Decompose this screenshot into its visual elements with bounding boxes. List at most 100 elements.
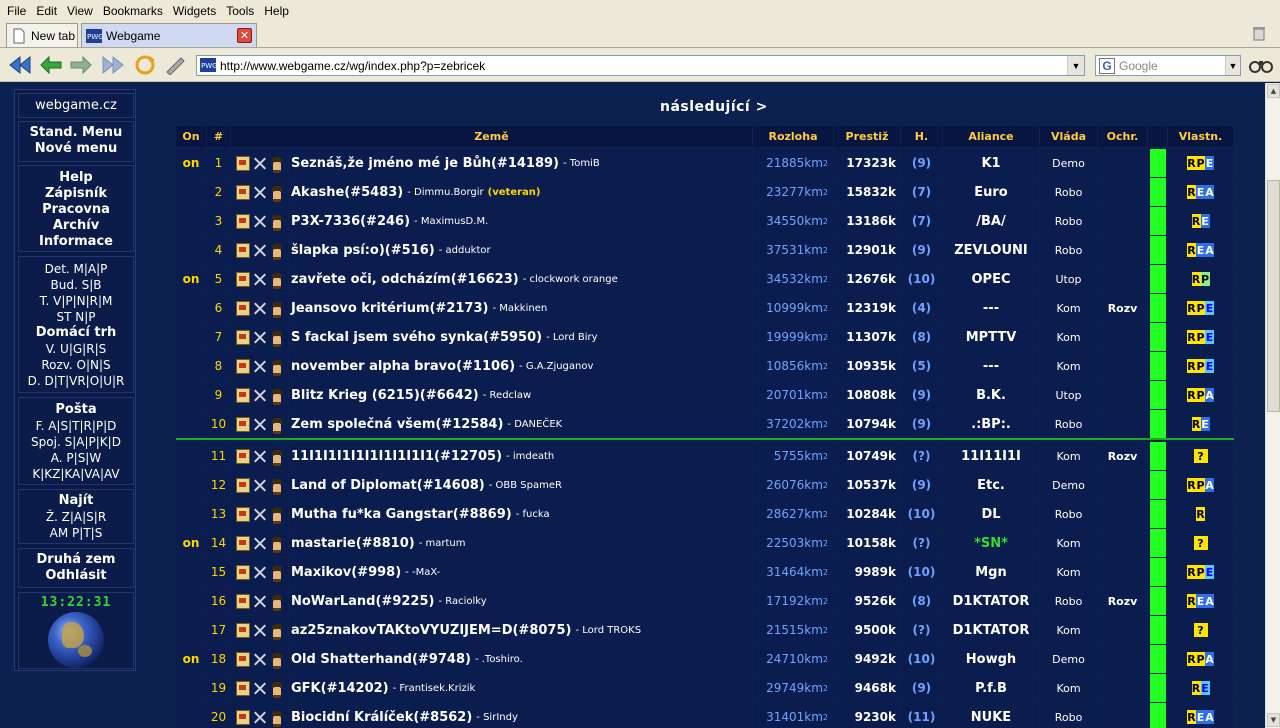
spy-icon[interactable]: [270, 156, 284, 173]
alliance-link[interactable]: D1KTATOR: [953, 623, 1030, 638]
map-icon[interactable]: [236, 651, 250, 667]
country-name-link[interactable]: Blitz Krieg (6215)(#6642): [291, 388, 479, 403]
spy-icon[interactable]: [270, 301, 284, 318]
alliance-link[interactable]: Euro: [974, 185, 1007, 200]
map-icon[interactable]: [236, 506, 250, 522]
help-link[interactable]: Help: [19, 170, 133, 186]
fast-forward-icon[interactable]: [100, 52, 126, 78]
spy-icon[interactable]: [270, 388, 284, 405]
standard-menu-link[interactable]: Stand. Menu: [19, 125, 133, 141]
map-icon[interactable]: [236, 448, 250, 464]
attack-swords-icon[interactable]: [253, 507, 267, 522]
attack-swords-icon[interactable]: [253, 710, 267, 725]
menu-bookmarks[interactable]: Bookmarks: [98, 4, 168, 18]
map-icon[interactable]: [236, 271, 250, 287]
country-name-link[interactable]: mastarie(#8810): [291, 536, 415, 551]
header-h[interactable]: H.: [901, 126, 943, 147]
search-dropdown-icon[interactable]: ▼: [1225, 56, 1240, 75]
site-name[interactable]: webgame.cz: [18, 93, 134, 118]
notebook-link[interactable]: Zápisník: [19, 186, 133, 202]
spy-icon[interactable]: [270, 623, 284, 640]
build-links[interactable]: Bud. S|B: [19, 277, 133, 293]
attack-swords-icon[interactable]: [253, 156, 267, 171]
scroll-down-icon[interactable]: ▼: [1267, 713, 1280, 727]
alliance-link[interactable]: Howgh: [966, 652, 1016, 667]
url-dropdown-icon[interactable]: ▼: [1067, 56, 1084, 75]
spy-icon[interactable]: [270, 272, 284, 289]
attack-swords-icon[interactable]: [253, 417, 267, 432]
menu-tools[interactable]: Tools: [221, 4, 259, 18]
country-name-link[interactable]: P3X-7336(#246): [291, 214, 410, 229]
attack-swords-icon[interactable]: [253, 623, 267, 638]
ladder-links[interactable]: Ž. Z|A|S|R: [19, 509, 133, 525]
binoculars-icon[interactable]: [1249, 56, 1273, 74]
attack-swords-icon[interactable]: [253, 536, 267, 551]
alliance-link[interactable]: OPEC: [972, 272, 1011, 287]
spy-icon[interactable]: [270, 359, 284, 376]
alliance-link[interactable]: NUKE: [971, 710, 1011, 725]
country-name-link[interactable]: GFK(#14202): [291, 681, 389, 696]
map-icon[interactable]: [236, 680, 250, 696]
country-name-link[interactable]: 11I1I1I1I1I1I1I1I1I1(#12705): [291, 449, 502, 464]
alliance-link[interactable]: .:BP:.: [971, 417, 1011, 432]
spy-icon[interactable]: [270, 710, 284, 727]
details-links[interactable]: Det. M|A|P: [19, 261, 133, 277]
attack-swords-icon[interactable]: [253, 359, 267, 374]
map-icon[interactable]: [236, 184, 250, 200]
next-page-link[interactable]: následující >: [660, 99, 768, 115]
spy-icon[interactable]: [270, 478, 284, 495]
attack-swords-icon[interactable]: [253, 388, 267, 403]
attack-swords-icon[interactable]: [253, 301, 267, 316]
training-links[interactable]: T. V|P|N|R|M: [19, 293, 133, 309]
attack-swords-icon[interactable]: [253, 214, 267, 229]
spy-icon[interactable]: [270, 243, 284, 260]
spy-icon[interactable]: [270, 652, 284, 669]
spy-icon[interactable]: [270, 214, 284, 231]
spy-icon[interactable]: [270, 449, 284, 466]
alliance-link[interactable]: ---: [983, 359, 999, 374]
attack-swords-icon[interactable]: [253, 565, 267, 580]
alliance-link[interactable]: *SN*: [974, 536, 1008, 551]
address-bar[interactable]: PWG http://www.webgame.cz/wg/index.php?p…: [196, 55, 1085, 76]
spy-icon[interactable]: [270, 536, 284, 553]
second-land-link[interactable]: Druhá zem: [19, 552, 133, 568]
attack-swords-icon[interactable]: [253, 449, 267, 464]
menu-file[interactable]: File: [2, 4, 31, 18]
attack-swords-icon[interactable]: [253, 330, 267, 345]
map-icon[interactable]: [236, 387, 250, 403]
attack-swords-icon[interactable]: [253, 652, 267, 667]
scroll-up-icon[interactable]: ▲: [1267, 84, 1280, 98]
attack-swords-icon[interactable]: [253, 185, 267, 200]
spy-icon[interactable]: [270, 185, 284, 202]
menu-view[interactable]: View: [62, 4, 98, 18]
information-link[interactable]: Informace: [19, 234, 133, 250]
spy-icon[interactable]: [270, 507, 284, 524]
country-name-link[interactable]: Akashe(#5483): [291, 185, 403, 200]
country-name-link[interactable]: šlapka psí:o)(#516): [291, 243, 435, 258]
attack-swords-icon[interactable]: [253, 594, 267, 609]
alliance-link[interactable]: Mgn: [975, 565, 1007, 580]
new-menu-link[interactable]: Nové menu: [19, 141, 133, 157]
country-name-link[interactable]: Land of Diplomat(#14608): [291, 478, 485, 493]
find-link[interactable]: Najít: [19, 493, 133, 509]
archive-link[interactable]: Archív: [19, 218, 133, 234]
spy-icon[interactable]: [270, 565, 284, 582]
country-name-link[interactable]: zavřete oči, odcházím(#16623): [291, 272, 519, 287]
header-area[interactable]: Rozloha: [753, 126, 834, 147]
country-name-link[interactable]: NoWarLand(#9225): [291, 594, 434, 609]
map-icon[interactable]: [236, 535, 250, 551]
attack-swords-icon[interactable]: [253, 243, 267, 258]
header-alliance[interactable]: Aliance: [943, 126, 1040, 147]
header-government[interactable]: Vláda: [1040, 126, 1098, 147]
a-links[interactable]: A. P|S|W: [19, 450, 133, 466]
country-name-link[interactable]: Biocidní Králíček(#8562): [291, 710, 472, 725]
map-icon[interactable]: [236, 358, 250, 374]
country-name-link[interactable]: S fackal jsem svého synka(#5950): [291, 330, 542, 345]
map-icon[interactable]: [236, 242, 250, 258]
menu-widgets[interactable]: Widgets: [168, 4, 221, 18]
header-country[interactable]: Země: [231, 126, 753, 147]
scrollbar-thumb[interactable]: [1267, 180, 1280, 412]
map-icon[interactable]: [236, 155, 250, 171]
d-links[interactable]: D. D|T|VR|O|U|R: [19, 373, 133, 389]
alliance-link[interactable]: ZEVLOUNI: [954, 243, 1028, 258]
